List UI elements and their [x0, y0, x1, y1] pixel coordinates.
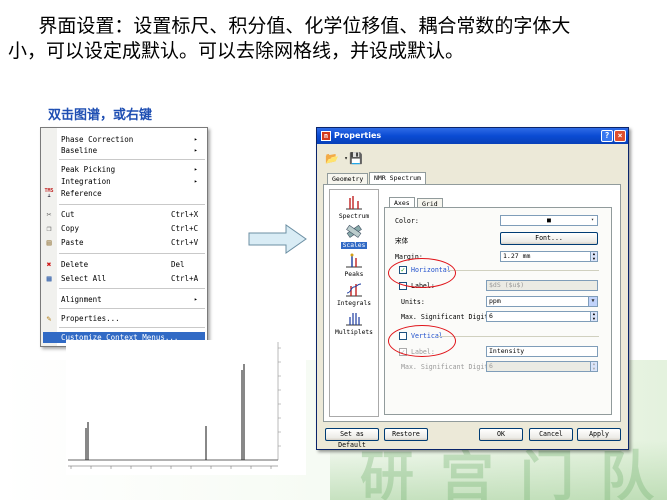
- horizontal-digits-label: Max. Significant Digits:: [401, 313, 497, 321]
- tms-icon: TMS ⊥: [44, 188, 54, 199]
- select-all-icon: ▦: [46, 274, 52, 283]
- help-button[interactable]: ?: [601, 130, 613, 142]
- menu-item-cut[interactable]: ✂ Cut Ctrl+X: [41, 209, 207, 220]
- close-button[interactable]: ×: [614, 130, 626, 142]
- font-sample: 宋体: [395, 237, 409, 245]
- paste-icon: ▤: [46, 238, 52, 247]
- menu-item-integration[interactable]: Integration ▸: [41, 176, 207, 187]
- slide-subtitle: 双击图谱，或右键: [48, 108, 153, 123]
- horizontal-digits-input[interactable]: 6 ▲ ▼: [486, 311, 598, 322]
- menu-item-phase-correction[interactable]: Phase Correction ▸: [41, 134, 207, 145]
- restore-button[interactable]: Restore: [384, 428, 428, 441]
- sidebar-item-spectrum[interactable]: Spectrum: [330, 194, 378, 220]
- tab-nmr-spectrum[interactable]: NMR Spectrum: [369, 172, 426, 184]
- vertical-label-input[interactable]: Intensity: [486, 346, 598, 357]
- highlight-ellipse-horizontal: [388, 258, 456, 288]
- menu-separator: [59, 308, 205, 309]
- color-label: Color:: [395, 217, 419, 225]
- spectrum-icon: [346, 196, 362, 210]
- scales-icon: [346, 224, 362, 238]
- chevron-down-icon: ▾: [588, 216, 597, 225]
- sidebar-item-integrals[interactable]: Integrals: [330, 281, 378, 307]
- properties-dialog: n Properties ? × 📂 ▾ 💾 Geometry NMR Spec…: [316, 127, 629, 450]
- highlight-ellipse-vertical: [388, 325, 456, 357]
- menu-separator: [59, 327, 205, 328]
- menu-item-paste[interactable]: ▤ Paste Ctrl+V: [41, 237, 207, 248]
- menu-item-alignment[interactable]: Alignment ▸: [41, 294, 207, 305]
- spin-arrows-icon[interactable]: ▲ ▼: [590, 362, 597, 371]
- menu-item-copy[interactable]: ❐ Copy Ctrl+C: [41, 223, 207, 234]
- menu-separator: [59, 204, 205, 205]
- spin-arrows-icon[interactable]: ▲ ▼: [590, 312, 597, 321]
- multiplets-icon: [346, 313, 362, 326]
- integrals-icon: [346, 283, 362, 297]
- group-separator: [437, 336, 599, 337]
- dialog-title: Properties: [334, 131, 382, 140]
- sidebar-item-multiplets[interactable]: Multiplets: [330, 310, 378, 336]
- peaks-icon: [346, 253, 362, 268]
- units-label: Units:: [401, 298, 425, 306]
- properties-icon: ✎: [46, 314, 52, 323]
- save-icon[interactable]: 💾: [349, 152, 363, 165]
- submenu-arrow-icon: ▸: [194, 296, 198, 303]
- ok-button[interactable]: OK: [479, 428, 523, 441]
- submenu-arrow-icon: ▸: [194, 166, 198, 173]
- submenu-arrow-icon: ▸: [194, 136, 198, 143]
- chevron-down-icon: ▼: [588, 297, 597, 306]
- pointer-arrow-icon: [248, 224, 307, 254]
- menu-item-properties[interactable]: ✎ Properties...: [41, 313, 207, 324]
- spin-arrows-icon[interactable]: ▲ ▼: [590, 252, 597, 261]
- apply-button[interactable]: Apply: [577, 428, 621, 441]
- submenu-arrow-icon: ▸: [194, 147, 198, 154]
- menu-separator: [59, 288, 205, 289]
- margin-input[interactable]: 1.27 mm ▲ ▼: [500, 251, 598, 262]
- delete-icon: ✖: [46, 260, 52, 269]
- open-folder-icon[interactable]: 📂: [325, 152, 339, 165]
- menu-separator: [59, 253, 205, 254]
- vertical-digits-label: Max. Significant Digits:: [401, 363, 497, 371]
- settings-category-list: Spectrum Scales Peaks Integrals Multiple…: [329, 189, 379, 417]
- app-icon: n: [321, 131, 331, 141]
- menu-item-reference[interactable]: TMS ⊥ Reference: [41, 188, 207, 199]
- horizontal-label-input[interactable]: $dS ($u$): [486, 280, 598, 291]
- menu-item-select-all[interactable]: ▦ Select All Ctrl+A: [41, 273, 207, 284]
- menu-separator: [59, 159, 205, 160]
- nmr-spectrum-plot[interactable]: [66, 340, 306, 475]
- context-menu: Phase Correction ▸ Baseline ▸ Peak Picki…: [40, 127, 208, 347]
- spectrum-background: [66, 340, 306, 475]
- set-as-default-button[interactable]: Set as Default: [325, 428, 379, 449]
- sidebar-item-scales[interactable]: Scales: [330, 223, 378, 249]
- sidebar-item-peaks[interactable]: Peaks: [330, 252, 378, 278]
- scissors-icon: ✂: [46, 210, 52, 219]
- group-separator: [447, 270, 599, 271]
- color-swatch: ■: [547, 216, 551, 224]
- font-button[interactable]: Font...: [500, 232, 598, 245]
- units-select[interactable]: ppm ▼: [486, 296, 598, 307]
- slide-title: 界面设置：设置标尺、积分值、化学位移值、耦合常数的字体大小，可以设定成默认。可以…: [8, 15, 571, 62]
- dialog-titlebar[interactable]: n Properties ? ×: [317, 128, 628, 144]
- menu-item-peak-picking[interactable]: Peak Picking ▸: [41, 164, 207, 175]
- tab-geometry[interactable]: Geometry: [327, 173, 369, 184]
- cancel-button[interactable]: Cancel: [529, 428, 573, 441]
- menu-item-baseline[interactable]: Baseline ▸: [41, 145, 207, 156]
- menu-item-delete[interactable]: ✖ Delete Del: [41, 259, 207, 270]
- copy-icon: ❐: [46, 224, 52, 233]
- color-select[interactable]: ■ ▾: [500, 215, 598, 226]
- vertical-digits-input[interactable]: 6 ▲ ▼: [486, 361, 598, 372]
- submenu-arrow-icon: ▸: [194, 178, 198, 185]
